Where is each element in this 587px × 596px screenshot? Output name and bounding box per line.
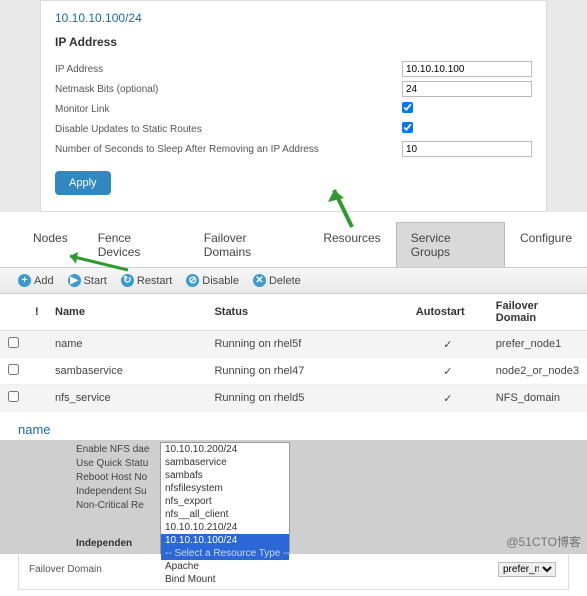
play-icon: ▶ bbox=[68, 274, 81, 287]
th-status[interactable]: Status bbox=[206, 294, 407, 331]
disable-label: Disable bbox=[202, 275, 239, 287]
dropdown-option[interactable]: sambafs bbox=[161, 469, 289, 482]
toolbar: +Add ▶Start ↻Restart ⊘Disable ✕Delete bbox=[0, 268, 587, 294]
check-icon: ✓ bbox=[443, 393, 452, 405]
row-monitor: Monitor Link bbox=[55, 99, 532, 119]
watermark: @51CTO博客 bbox=[506, 533, 581, 550]
add-label: Add bbox=[34, 275, 54, 287]
reload-icon: ↻ bbox=[121, 274, 134, 287]
ip-label: IP Address bbox=[55, 64, 402, 75]
apply-button[interactable]: Apply bbox=[55, 171, 111, 195]
services-table: ! Name Status Autostart Failover Domain … bbox=[0, 294, 587, 412]
ip-input[interactable] bbox=[402, 61, 532, 77]
disable-checkbox[interactable] bbox=[402, 122, 413, 133]
th-failover[interactable]: Failover Domain bbox=[488, 294, 587, 331]
top-gray-wrap: 10.10.10.100/24 IP Address IP Address Ne… bbox=[0, 0, 587, 212]
dropdown-option[interactable]: 10.10.10.210/24 bbox=[161, 521, 289, 534]
dropdown-option[interactable]: 10.10.10.200/24 bbox=[161, 443, 289, 456]
row-sleep: Number of Seconds to Sleep After Removin… bbox=[55, 139, 532, 159]
resource-dropdown[interactable]: 10.10.10.200/24sambaservicesambafsnfsfil… bbox=[160, 442, 290, 554]
cell-status: Running on rhel47 bbox=[206, 358, 407, 385]
th-autostart[interactable]: Autostart bbox=[408, 294, 488, 331]
cell-status: Running on rhel5f bbox=[206, 331, 407, 358]
delete-label: Delete bbox=[269, 275, 301, 287]
dropdown-option[interactable]: nfs_export bbox=[161, 495, 289, 508]
cell-status: Running on rheld5 bbox=[206, 385, 407, 412]
dropdown-option[interactable]: nfs__all_client bbox=[161, 508, 289, 521]
row-checkbox[interactable] bbox=[8, 337, 19, 348]
dropdown-option[interactable]: Apache bbox=[161, 560, 289, 573]
disable-label: Disable Updates to Static Routes bbox=[55, 124, 402, 135]
bottom-overlay: Enable NFS dae Use Quick Statu Reboot Ho… bbox=[0, 440, 587, 554]
th-alert: ! bbox=[27, 294, 47, 331]
row-checkbox[interactable] bbox=[8, 391, 19, 402]
monitor-label: Monitor Link bbox=[55, 104, 402, 115]
row-failover: Failover Domain prefer_node bbox=[29, 559, 558, 579]
detail-title: name bbox=[18, 422, 569, 437]
panel-title: 10.10.10.100/24 bbox=[55, 11, 532, 25]
plus-icon: + bbox=[18, 274, 31, 287]
row-disable: Disable Updates to Static Routes bbox=[55, 119, 532, 139]
sleep-label: Number of Seconds to Sleep After Removin… bbox=[55, 144, 402, 155]
tab-configure[interactable]: Configure bbox=[505, 222, 587, 267]
add-button[interactable]: +Add bbox=[18, 274, 54, 287]
dropdown-option[interactable]: nfsfilesystem bbox=[161, 482, 289, 495]
dropdown-option[interactable]: 10.10.10.100/24 bbox=[161, 534, 289, 547]
cell-failover: node2_or_node3 bbox=[488, 358, 587, 385]
cell-name: sambaservice bbox=[47, 358, 206, 385]
section-title: IP Address bbox=[55, 35, 532, 49]
dropdown-option[interactable]: sambaservice bbox=[161, 456, 289, 469]
row-checkbox[interactable] bbox=[8, 364, 19, 375]
tab-fence-devices[interactable]: Fence Devices bbox=[83, 222, 189, 267]
row-netmask: Netmask Bits (optional) bbox=[55, 79, 532, 99]
delete-icon: ✕ bbox=[253, 274, 266, 287]
dropdown-option[interactable]: Bind Mount bbox=[161, 573, 289, 586]
table-row[interactable]: sambaservice Running on rhel47 ✓ node2_o… bbox=[0, 358, 587, 385]
row-ip: IP Address bbox=[55, 59, 532, 79]
prop-label: Non-Critical Re bbox=[76, 500, 160, 514]
check-icon: ✓ bbox=[443, 366, 452, 378]
props-col: Enable NFS dae Use Quick Statu Reboot Ho… bbox=[76, 442, 160, 554]
restart-button[interactable]: ↻Restart bbox=[121, 274, 172, 287]
tabs: Nodes Fence Devices Failover Domains Res… bbox=[0, 222, 587, 268]
netmask-input[interactable] bbox=[402, 81, 532, 97]
sleep-input[interactable] bbox=[402, 141, 532, 157]
cell-name: nfs_service bbox=[47, 385, 206, 412]
prop-label: Reboot Host No bbox=[76, 472, 160, 486]
th-checkbox bbox=[0, 294, 27, 331]
prop-label: Independent Su bbox=[76, 486, 160, 500]
netmask-label: Netmask Bits (optional) bbox=[55, 84, 402, 95]
table-row[interactable]: name Running on rhel5f ✓ prefer_node1 bbox=[0, 331, 587, 358]
independent-label: Independen bbox=[76, 538, 160, 552]
disable-button[interactable]: ⊘Disable bbox=[186, 274, 239, 287]
tab-failover-domains[interactable]: Failover Domains bbox=[189, 222, 309, 267]
cell-name: name bbox=[47, 331, 206, 358]
start-button[interactable]: ▶Start bbox=[68, 274, 107, 287]
tab-nodes[interactable]: Nodes bbox=[18, 222, 83, 267]
cell-failover: NFS_domain bbox=[488, 385, 587, 412]
prop-label: Enable NFS dae bbox=[76, 444, 160, 458]
disable-icon: ⊘ bbox=[186, 274, 199, 287]
cell-failover: prefer_node1 bbox=[488, 331, 587, 358]
check-icon: ✓ bbox=[443, 339, 452, 351]
start-label: Start bbox=[84, 275, 107, 287]
table-row[interactable]: nfs_service Running on rheld5 ✓ NFS_doma… bbox=[0, 385, 587, 412]
restart-label: Restart bbox=[137, 275, 172, 287]
ip-panel: 10.10.10.100/24 IP Address IP Address Ne… bbox=[40, 0, 547, 212]
prop-label: Use Quick Statu bbox=[76, 458, 160, 472]
monitor-checkbox[interactable] bbox=[402, 102, 413, 113]
failover-select[interactable]: prefer_node bbox=[498, 562, 556, 577]
tab-service-groups[interactable]: Service Groups bbox=[396, 222, 505, 267]
tab-resources[interactable]: Resources bbox=[308, 222, 395, 267]
delete-button[interactable]: ✕Delete bbox=[253, 274, 301, 287]
th-name[interactable]: Name bbox=[47, 294, 206, 331]
